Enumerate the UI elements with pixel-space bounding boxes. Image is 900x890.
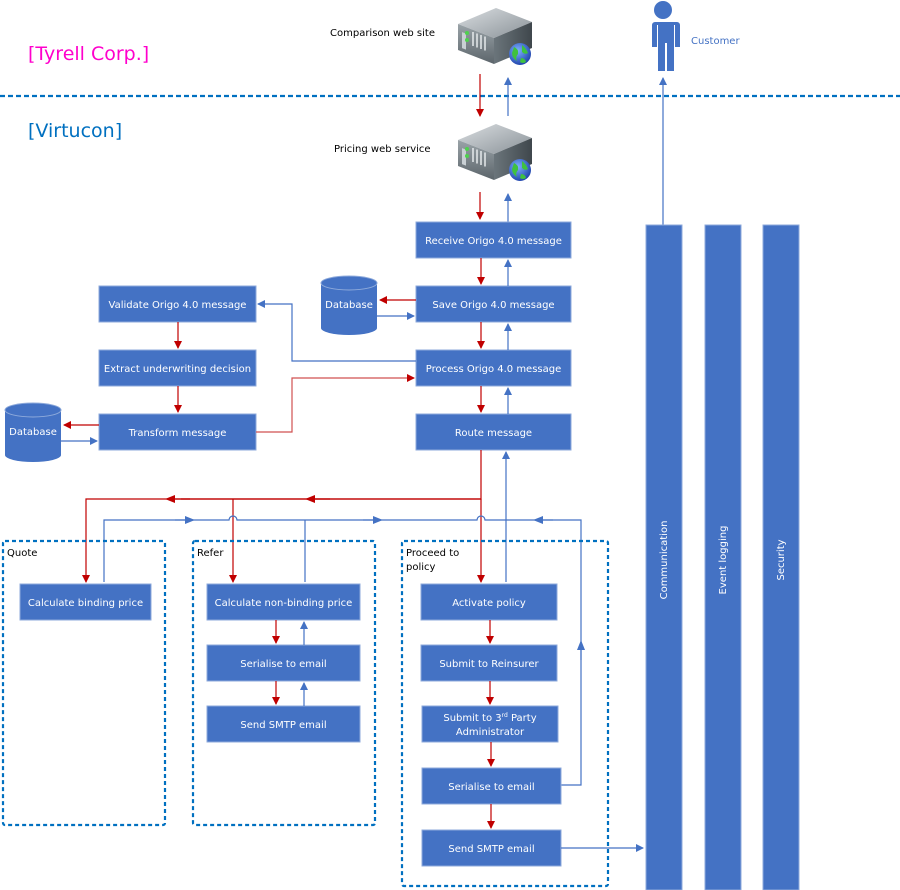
refer-send-smtp-label: Send SMTP email (240, 720, 326, 731)
pricing-service-label: Pricing web service (334, 144, 431, 155)
comparison-site-label: Comparison web site (330, 28, 435, 39)
policy-send-smtp-box[interactable]: Send SMTP email (421, 829, 562, 867)
submit-third-party-box[interactable]: Submit to 3rd Party Administrator (421, 705, 559, 743)
activate-policy-box[interactable]: Activate policy (420, 583, 558, 621)
internal-org-title: [Virtucon] (28, 120, 122, 142)
transform-to-process-connector (256, 374, 415, 433)
process-message-box[interactable]: Process Origo 4.0 message (415, 349, 572, 387)
submit-reinsurer-box[interactable]: Submit to Reinsurer (420, 644, 558, 682)
calculate-binding-price-box[interactable]: Calculate binding price (19, 583, 152, 621)
policy-serialise-email-box[interactable]: Serialise to email (421, 767, 562, 805)
security-service-label: Security (776, 539, 787, 580)
policy-serialise-email-label: Serialise to email (448, 782, 534, 793)
transform-message-box[interactable]: Transform message (98, 413, 257, 451)
person-icon (649, 1, 680, 71)
database-icon: Database (320, 275, 378, 335)
communication-service-label: Communication (659, 521, 670, 600)
policy-send-smtp-label: Send SMTP email (448, 844, 534, 855)
refer-group-label: Refer (197, 548, 224, 559)
security-service-bar[interactable]: Security (762, 224, 800, 890)
validate-message-label: Validate Origo 4.0 message (109, 300, 247, 311)
calculate-non-binding-price-label: Calculate non-binding price (215, 598, 353, 609)
extract-decision-box[interactable]: Extract underwriting decision (98, 349, 257, 387)
architecture-diagram: [Tyrell Corp.] [Virtucon] Comparison web… (0, 1, 900, 890)
policy-group-label-line2: policy (406, 562, 436, 573)
save-database-label: Database (325, 300, 373, 311)
route-message-label: Route message (455, 428, 532, 439)
communication-service-bar[interactable]: Communication (645, 224, 683, 890)
transform-message-label: Transform message (128, 428, 227, 439)
refer-serialise-email-box[interactable]: Serialise to email (206, 644, 361, 682)
transform-database-label: Database (9, 427, 57, 438)
receive-message-box[interactable]: Receive Origo 4.0 message (415, 221, 572, 259)
calculate-non-binding-price-box[interactable]: Calculate non-binding price (206, 583, 361, 621)
customer-label: Customer (691, 36, 740, 47)
submit-third-party-label: Submit to 3rd Party (443, 712, 536, 724)
policy-group-label-line1: Proceed to (406, 548, 459, 559)
submit-reinsurer-label: Submit to Reinsurer (439, 659, 539, 670)
refer-send-smtp-box[interactable]: Send SMTP email (206, 705, 361, 743)
external-org-title: [Tyrell Corp.] (28, 43, 149, 65)
validate-message-box[interactable]: Validate Origo 4.0 message (98, 285, 257, 323)
web-server-icon (457, 123, 533, 182)
database-icon: Database (4, 402, 62, 462)
event-logging-service-bar[interactable]: Event logging (704, 224, 742, 890)
extract-decision-label: Extract underwriting decision (104, 364, 251, 375)
save-message-label: Save Origo 4.0 message (432, 300, 554, 311)
receive-message-label: Receive Origo 4.0 message (425, 236, 562, 247)
activate-policy-label: Activate policy (452, 598, 526, 609)
calculate-binding-price-label: Calculate binding price (28, 598, 143, 609)
save-message-box[interactable]: Save Origo 4.0 message (415, 285, 572, 323)
quote-group-label: Quote (7, 548, 37, 559)
process-message-label: Process Origo 4.0 message (426, 364, 562, 375)
web-server-icon (457, 7, 533, 66)
submit-third-party-label-line2: Administrator (456, 727, 525, 738)
refer-serialise-email-label: Serialise to email (240, 659, 326, 670)
event-logging-service-label: Event logging (718, 526, 729, 595)
route-message-box[interactable]: Route message (415, 413, 572, 451)
